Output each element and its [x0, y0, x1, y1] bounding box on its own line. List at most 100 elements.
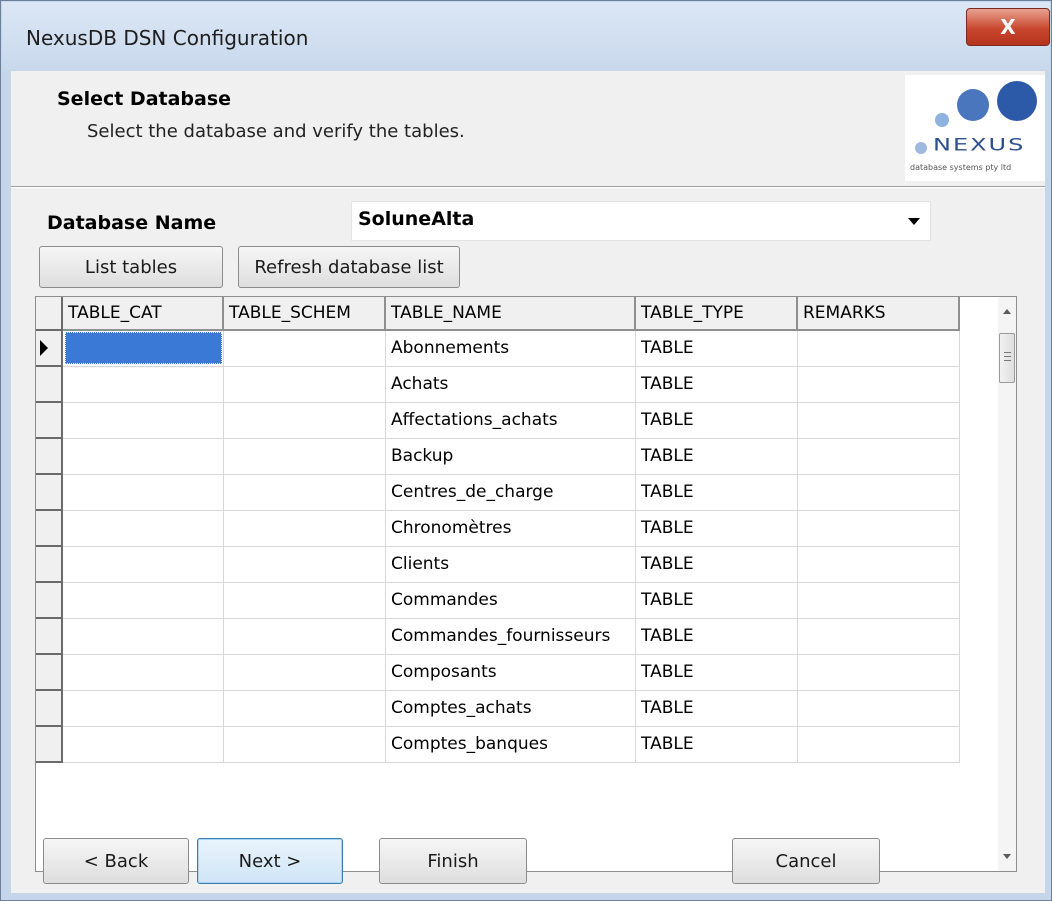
cell-table-type[interactable]: TABLE	[636, 655, 798, 691]
cell-table-name[interactable]: Backup	[386, 439, 636, 475]
row-indicator-cell[interactable]	[36, 583, 63, 619]
cell-remarks[interactable]	[798, 475, 960, 511]
cell-remarks[interactable]	[798, 619, 960, 655]
tables-grid[interactable]: TABLE_CAT TABLE_SCHEM TABLE_NAME TABLE_T…	[35, 296, 1017, 872]
row-indicator-cell[interactable]	[36, 547, 63, 583]
row-indicator-cell[interactable]	[36, 331, 63, 367]
cell-remarks[interactable]	[798, 403, 960, 439]
close-button[interactable]: X	[966, 8, 1050, 46]
cell-table-cat[interactable]	[63, 511, 224, 547]
cell-table-type[interactable]: TABLE	[636, 547, 798, 583]
row-indicator-cell[interactable]	[36, 439, 63, 475]
cell-table-schem[interactable]	[224, 403, 386, 439]
cell-remarks[interactable]	[798, 511, 960, 547]
cell-table-cat[interactable]	[63, 619, 224, 655]
row-indicator-cell[interactable]	[36, 511, 63, 547]
cell-table-name[interactable]: Commandes	[386, 583, 636, 619]
cell-table-schem[interactable]	[224, 511, 386, 547]
cell-remarks[interactable]	[798, 547, 960, 583]
cell-remarks[interactable]	[798, 727, 960, 763]
table-row[interactable]: Centres_de_charge TABLE	[36, 475, 998, 511]
cell-table-type[interactable]: TABLE	[636, 439, 798, 475]
cell-table-name[interactable]: Comptes_banques	[386, 727, 636, 763]
cell-table-schem[interactable]	[224, 655, 386, 691]
scroll-thumb[interactable]	[999, 333, 1015, 383]
cell-table-cat[interactable]	[63, 475, 224, 511]
cell-table-name[interactable]: Chronomètres	[386, 511, 636, 547]
cell-remarks[interactable]	[798, 583, 960, 619]
cell-table-schem[interactable]	[224, 583, 386, 619]
cell-table-type[interactable]: TABLE	[636, 367, 798, 403]
list-tables-button[interactable]: List tables	[39, 246, 223, 288]
cell-table-schem[interactable]	[224, 439, 386, 475]
column-header-table-schem[interactable]: TABLE_SCHEM	[224, 297, 386, 331]
table-row[interactable]: Achats TABLE	[36, 367, 998, 403]
cell-table-schem[interactable]	[224, 547, 386, 583]
row-indicator-cell[interactable]	[36, 691, 63, 727]
cell-table-name[interactable]: Composants	[386, 655, 636, 691]
cell-table-name[interactable]: Clients	[386, 547, 636, 583]
cell-table-type[interactable]: TABLE	[636, 583, 798, 619]
cell-table-schem[interactable]	[224, 367, 386, 403]
cell-table-schem[interactable]	[224, 331, 386, 367]
table-row[interactable]: Affectations_achats TABLE	[36, 403, 998, 439]
cell-table-cat[interactable]	[63, 403, 224, 439]
cell-remarks[interactable]	[798, 331, 960, 367]
cell-table-schem[interactable]	[224, 475, 386, 511]
cell-table-schem[interactable]	[224, 691, 386, 727]
cell-table-name[interactable]: Comptes_achats	[386, 691, 636, 727]
cell-table-type[interactable]: TABLE	[636, 691, 798, 727]
cell-table-cat[interactable]	[63, 547, 224, 583]
cell-table-cat[interactable]	[63, 655, 224, 691]
cell-remarks[interactable]	[798, 367, 960, 403]
cancel-button[interactable]: Cancel	[732, 838, 880, 884]
scroll-up-icon[interactable]	[1003, 309, 1011, 314]
cell-table-type[interactable]: TABLE	[636, 331, 798, 367]
row-indicator-cell[interactable]	[36, 655, 63, 691]
table-row[interactable]: Chronomètres TABLE	[36, 511, 998, 547]
cell-table-schem[interactable]	[224, 619, 386, 655]
cell-table-cat[interactable]	[63, 727, 224, 763]
row-indicator-cell[interactable]	[36, 367, 63, 403]
chevron-down-icon[interactable]	[908, 218, 920, 225]
cell-table-schem[interactable]	[224, 727, 386, 763]
cell-remarks[interactable]	[798, 655, 960, 691]
title-bar[interactable]: NexusDB DSN Configuration X	[2, 2, 1050, 72]
table-row[interactable]: Comptes_achats TABLE	[36, 691, 998, 727]
row-indicator-cell[interactable]	[36, 403, 63, 439]
next-button[interactable]: Next >	[197, 838, 343, 884]
cell-table-name[interactable]: Centres_de_charge	[386, 475, 636, 511]
column-header-table-cat[interactable]: TABLE_CAT	[63, 297, 224, 331]
table-row[interactable]: Clients TABLE	[36, 547, 998, 583]
column-header-table-type[interactable]: TABLE_TYPE	[636, 297, 798, 331]
cell-remarks[interactable]	[798, 691, 960, 727]
refresh-database-list-button[interactable]: Refresh database list	[238, 246, 460, 288]
cell-table-type[interactable]: TABLE	[636, 727, 798, 763]
row-indicator-cell[interactable]	[36, 727, 63, 763]
cell-table-type[interactable]: TABLE	[636, 403, 798, 439]
cell-table-cat[interactable]	[63, 439, 224, 475]
table-row[interactable]: Backup TABLE	[36, 439, 998, 475]
row-indicator-cell[interactable]	[36, 619, 63, 655]
cell-table-name[interactable]: Abonnements	[386, 331, 636, 367]
cell-table-cat[interactable]	[63, 583, 224, 619]
cell-table-type[interactable]: TABLE	[636, 511, 798, 547]
table-row[interactable]: Composants TABLE	[36, 655, 998, 691]
cell-table-type[interactable]: TABLE	[636, 475, 798, 511]
finish-button[interactable]: Finish	[379, 838, 527, 884]
database-name-select[interactable]: SoluneAlta	[351, 201, 931, 241]
table-row[interactable]: Abonnements TABLE	[36, 331, 998, 367]
cell-table-cat[interactable]	[63, 367, 224, 403]
scroll-down-icon[interactable]	[1003, 854, 1011, 859]
cell-table-name[interactable]: Achats	[386, 367, 636, 403]
table-row[interactable]: Commandes_fournisseurs TABLE	[36, 619, 998, 655]
cell-table-name[interactable]: Affectations_achats	[386, 403, 636, 439]
column-header-table-name[interactable]: TABLE_NAME	[386, 297, 636, 331]
table-row[interactable]: Comptes_banques TABLE	[36, 727, 998, 763]
grid-vertical-scrollbar[interactable]	[998, 297, 1016, 871]
back-button[interactable]: < Back	[43, 838, 189, 884]
column-header-remarks[interactable]: REMARKS	[798, 297, 960, 331]
row-indicator-cell[interactable]	[36, 475, 63, 511]
table-row[interactable]: Commandes TABLE	[36, 583, 998, 619]
cell-remarks[interactable]	[798, 439, 960, 475]
